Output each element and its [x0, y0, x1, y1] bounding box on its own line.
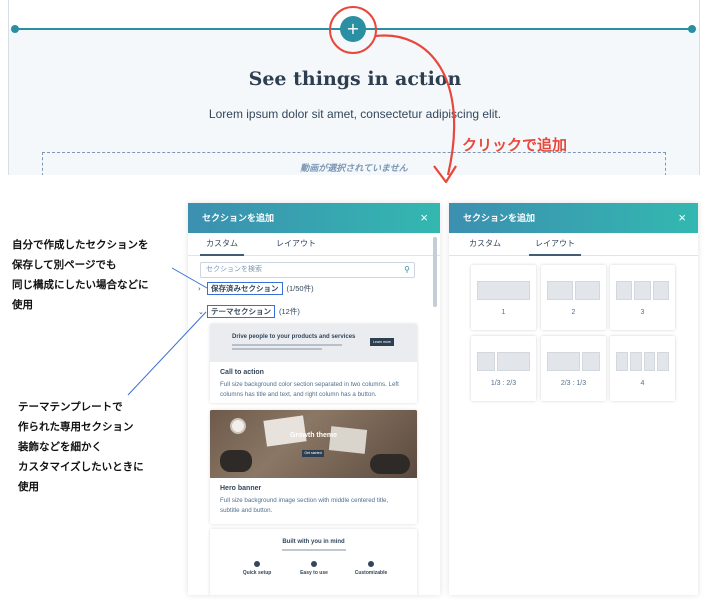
panel-scrollbar[interactable]	[433, 237, 437, 307]
feature-icon	[368, 561, 374, 567]
theme-sections-note: テーマテンプレートで 作られた専用セクション 装飾などを細かく カスタマイズした…	[18, 401, 144, 493]
preview-subtitle: Lorem ipsum dolor sit amet, consectetur …	[208, 107, 502, 121]
layout-columns	[477, 281, 530, 300]
tab-custom[interactable]: カスタム	[200, 233, 244, 256]
feature-name: Easy to use	[300, 570, 328, 576]
chevron-right-icon: ›	[198, 285, 201, 293]
feature-name: Quick setup	[242, 570, 272, 576]
layout-label: 2	[571, 309, 576, 316]
layout-columns	[616, 352, 669, 371]
guide-dot-left	[11, 25, 19, 33]
thumb-text-line	[232, 344, 342, 346]
hero-hand	[220, 450, 252, 472]
tab-layout[interactable]: レイアウト	[529, 233, 581, 256]
cta-thumb-button: Learn more	[370, 338, 394, 346]
search-icon[interactable]: ⚲	[404, 263, 410, 277]
thumb-text-line	[232, 348, 322, 350]
panel-title: セクションを追加	[463, 213, 536, 223]
panel-title: セクションを追加	[202, 213, 275, 223]
add-section-panel-custom: セクションを追加 × カスタム レイアウト セクションを検索 ⚲ › 保存済みセク…	[188, 203, 440, 595]
tile-fade	[610, 389, 675, 401]
tab-layout[interactable]: レイアウト	[274, 233, 318, 256]
section-card-call-to-action[interactable]: Drive people to your products and servic…	[210, 324, 417, 403]
editor-preview: + See things in action Lorem ipsum dolor…	[0, 0, 710, 175]
feature-icon	[311, 561, 317, 567]
feature-column: Customizable	[346, 561, 396, 576]
feature-column: Easy to use	[289, 561, 339, 576]
feature-name: Customizable	[354, 570, 388, 576]
section-card-features[interactable]: Built with you in mind Quick setup Easy …	[210, 529, 417, 595]
theme-sections-group[interactable]: ⌄ テーマセクション (12件)	[198, 305, 300, 319]
layout-columns	[616, 281, 669, 300]
feature-icon	[254, 561, 260, 567]
features-thumbnail: Built with you in mind Quick setup Easy …	[210, 529, 417, 591]
layout-tile-2[interactable]: 2	[541, 265, 606, 330]
saved-sections-note: 自分で作成したセクションを 保存して別ページでも 同じ構成にしたい場合などに 使…	[12, 239, 149, 311]
click-to-add-label: クリックで追加	[462, 137, 568, 154]
panel-header: セクションを追加 ×	[188, 203, 440, 233]
video-placeholder-box[interactable]: 動画が選択されていません	[42, 152, 666, 175]
layout-columns	[547, 352, 600, 371]
cta-thumbnail: Drive people to your products and servic…	[210, 324, 417, 362]
layout-tile-4[interactable]: 4	[610, 336, 675, 401]
saved-sections-count: (1/50件)	[286, 284, 314, 293]
features-thumb-title: Built with you in mind	[282, 539, 345, 545]
add-section-panel-layout: セクションを追加 × カスタム レイアウト 1 2 3 1/3 : 2/3 2/…	[449, 203, 698, 595]
section-search-input[interactable]: セクションを検索 ⚲	[200, 262, 415, 278]
thumb-text-line	[282, 549, 346, 551]
tab-custom[interactable]: カスタム	[463, 233, 507, 256]
hero-thumbnail: Growth theme Get started	[210, 410, 417, 478]
saved-sections-label: 保存済みセクション	[207, 282, 283, 295]
hero-thumb-button: Get started	[302, 450, 324, 457]
hero-paper	[263, 415, 307, 447]
tile-fade	[541, 389, 606, 401]
layout-tile-1[interactable]: 1	[471, 265, 536, 330]
guide-dot-right	[688, 25, 696, 33]
hero-hand	[370, 454, 410, 474]
layout-label: 2/3 : 1/3	[560, 380, 587, 387]
search-placeholder: セクションを検索	[206, 266, 262, 273]
layout-label: 4	[640, 380, 645, 387]
close-icon[interactable]: ×	[420, 203, 428, 233]
panel-tabs: カスタム レイアウト	[449, 233, 698, 256]
hero-paper	[328, 426, 368, 454]
saved-sections-group[interactable]: › 保存済みセクション (1/50件)	[198, 282, 314, 296]
card-description: Full size background image section with …	[220, 497, 389, 514]
cta-thumb-title: Drive people to your products and servic…	[232, 334, 356, 340]
card-title: Call to action	[220, 369, 264, 376]
close-icon[interactable]: ×	[678, 203, 686, 233]
tile-fade	[471, 389, 536, 401]
section-card-hero-banner[interactable]: Growth theme Get started Hero banner Ful…	[210, 410, 417, 524]
layout-label: 1	[501, 309, 506, 316]
panel-tabs: カスタム レイアウト	[188, 233, 440, 256]
preview-title: See things in action	[248, 68, 462, 90]
feature-column: Quick setup	[232, 561, 282, 576]
layout-label: 3	[640, 309, 645, 316]
chevron-down-icon: ⌄	[198, 308, 204, 316]
card-description: Full size background color section separ…	[220, 381, 399, 398]
video-placeholder-text: 動画が選択されていません	[300, 163, 408, 173]
card-title: Hero banner	[220, 485, 262, 492]
layout-columns	[477, 352, 530, 371]
layout-columns	[547, 281, 600, 300]
layout-tile-2-3-1-3[interactable]: 2/3 : 1/3	[541, 336, 606, 401]
theme-sections-label: テーマセクション	[207, 305, 275, 318]
hero-thumb-title: Growth theme	[289, 432, 338, 439]
layout-label: 1/3 : 2/3	[490, 380, 517, 387]
highlight-circle	[329, 6, 377, 54]
layout-tile-1-3-2-3[interactable]: 1/3 : 2/3	[471, 336, 536, 401]
theme-sections-count: (12件)	[279, 307, 300, 316]
layout-tile-3[interactable]: 3	[610, 265, 675, 330]
panel-header: セクションを追加 ×	[449, 203, 698, 233]
